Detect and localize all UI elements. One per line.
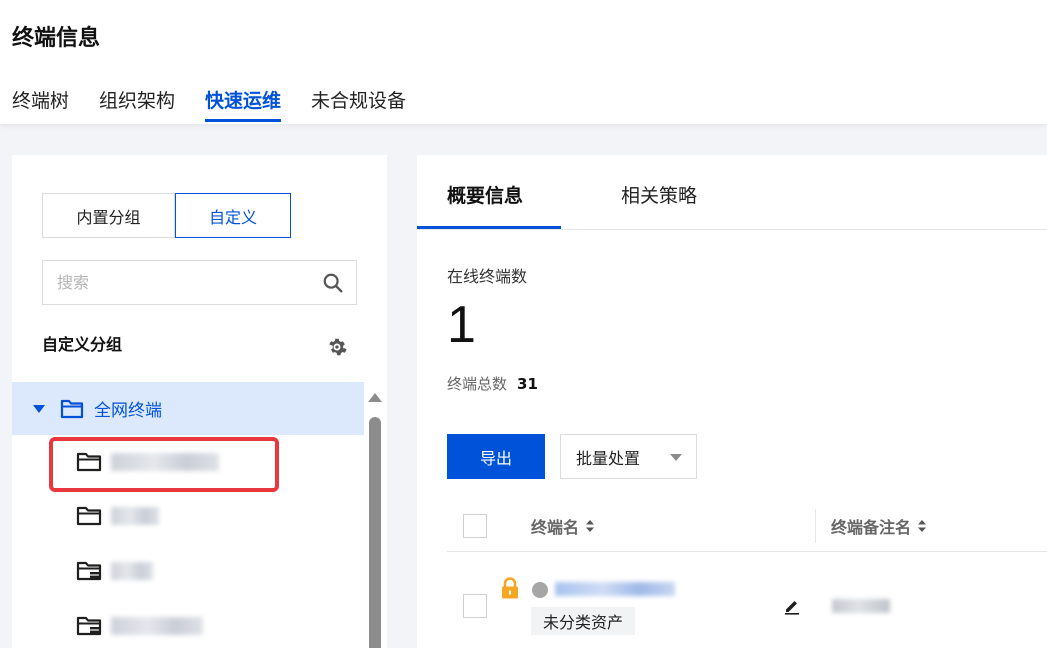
tree-node-group[interactable]: [76, 611, 203, 641]
top-tabs: 终端树 组织架构 快速运维 未合规设备: [12, 86, 436, 122]
lock-icon: [502, 577, 518, 599]
search-input[interactable]: [43, 261, 303, 304]
online-count-label: 在线终端数: [447, 267, 528, 286]
shared-folder-icon: [76, 616, 102, 636]
tree-node-label: 全网终端: [94, 401, 162, 421]
column-label: 终端名: [531, 518, 580, 537]
asset-tag: 未分类资产: [531, 607, 636, 635]
detail-tabs: 概要信息 相关策略: [417, 155, 1047, 230]
terminal-remark: [832, 599, 890, 613]
sort-icon[interactable]: [917, 519, 927, 533]
total-count-value: 31: [517, 375, 538, 393]
redacted-label: [111, 617, 203, 635]
tab-policies[interactable]: 相关策略: [621, 181, 697, 208]
total-count-label: 终端总数: [447, 375, 508, 393]
sort-icon[interactable]: [585, 519, 595, 533]
active-tab-indicator: [417, 226, 561, 229]
tab-terminal-tree[interactable]: 终端树: [12, 86, 69, 122]
terminal-name-link[interactable]: [555, 582, 675, 596]
edit-icon[interactable]: [783, 597, 801, 615]
gear-icon[interactable]: [326, 336, 348, 358]
column-divider: [815, 509, 816, 543]
search-box: [42, 260, 357, 305]
search-icon[interactable]: [322, 272, 344, 294]
detail-panel: 概要信息 相关策略 在线终端数 1 终端总数 31 导出 批量处置 终端名 终端备…: [417, 155, 1047, 648]
table-header: 终端名 终端备注名: [447, 500, 1047, 552]
table-row: 未分类资产: [447, 555, 1047, 648]
export-button[interactable]: 导出: [447, 434, 545, 479]
status-dot: [532, 582, 548, 598]
tree-node-group[interactable]: [76, 556, 153, 586]
group-type-switch: 内置分组 自定义: [42, 193, 291, 238]
column-terminal-remark[interactable]: 终端备注名: [831, 514, 927, 538]
chevron-down-icon: [670, 454, 682, 461]
batch-action-label: 批量处置: [576, 448, 641, 468]
tab-non-compliant[interactable]: 未合规设备: [311, 86, 406, 122]
page-title: 终端信息: [12, 26, 101, 51]
select-all-checkbox[interactable]: [463, 514, 487, 538]
tree-node-all-terminals[interactable]: 全网终端: [12, 382, 364, 435]
group-sidebar: 内置分组 自定义 自定义分组 全网终端: [12, 155, 387, 648]
shared-folder-icon: [76, 561, 102, 581]
custom-group-button[interactable]: 自定义: [175, 193, 291, 238]
caret-down-icon[interactable]: [32, 402, 46, 416]
scrollbar-thumb[interactable]: [369, 417, 381, 648]
tree-node-group[interactable]: [76, 501, 159, 531]
tab-quick-ops[interactable]: 快速运维: [205, 86, 282, 122]
scroll-up-icon[interactable]: [368, 393, 382, 402]
redacted-label: [111, 562, 153, 580]
builtin-group-button[interactable]: 内置分组: [42, 193, 175, 238]
total-count: 终端总数 31: [447, 373, 538, 394]
tab-summary[interactable]: 概要信息: [447, 181, 523, 208]
column-label: 终端备注名: [831, 518, 912, 537]
batch-action-select[interactable]: 批量处置: [560, 434, 697, 479]
highlight-box: [49, 437, 279, 492]
column-terminal-name[interactable]: 终端名: [531, 514, 595, 538]
tab-org-structure[interactable]: 组织架构: [99, 86, 175, 122]
custom-group-title: 自定义分组: [42, 335, 123, 354]
online-count-value: 1: [447, 296, 476, 354]
sidebar-scrollbar[interactable]: [368, 387, 382, 648]
folder-icon: [76, 506, 102, 526]
page-header: 终端信息 终端树 组织架构 快速运维 未合规设备: [0, 0, 1047, 124]
row-checkbox[interactable]: [463, 594, 487, 618]
redacted-label: [111, 507, 159, 525]
folder-icon: [60, 399, 84, 418]
